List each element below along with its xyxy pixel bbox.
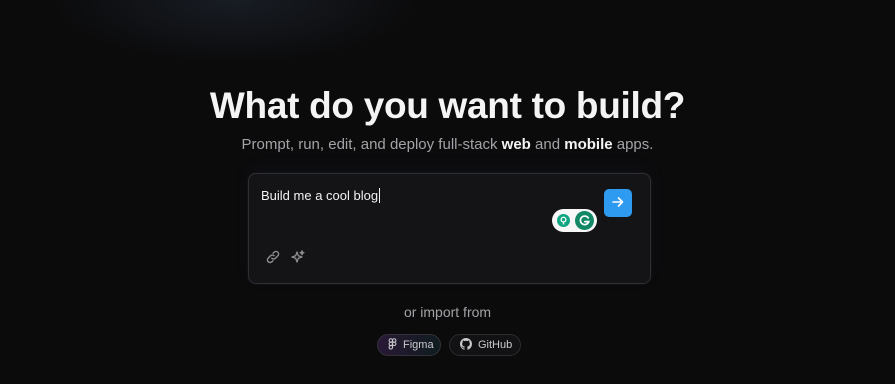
subtitle-suffix: apps. xyxy=(612,136,654,153)
subtitle-and: and xyxy=(530,136,565,153)
subtitle-prefix: Prompt, run, edit, and deploy full-stack xyxy=(241,136,502,153)
prompt-input[interactable]: Build me a cool blog xyxy=(261,188,381,203)
subtitle-web: web xyxy=(501,136,531,153)
enhance-prompt-button[interactable] xyxy=(289,249,307,270)
prompt-input-box[interactable]: Build me a cool blog xyxy=(248,173,651,284)
import-label: or import from xyxy=(403,304,492,320)
send-button[interactable] xyxy=(604,189,632,217)
grammarly-logo-icon[interactable] xyxy=(575,211,594,230)
prompt-input-value: Build me a cool blog xyxy=(261,188,379,203)
arrow-right-icon xyxy=(611,195,625,212)
import-github-button[interactable]: GitHub xyxy=(449,334,521,356)
page: What do you want to build? Prompt, run, … xyxy=(0,0,895,384)
import-figma-button[interactable]: Figma xyxy=(377,334,441,356)
page-subtitle: Prompt, run, edit, and deploy full-stack… xyxy=(0,136,895,153)
github-label: GitHub xyxy=(478,339,513,351)
grammarly-suggestion-icon[interactable] xyxy=(557,214,570,227)
link-icon xyxy=(265,249,281,270)
subtitle-mobile: mobile xyxy=(564,136,613,153)
figma-icon xyxy=(388,337,397,353)
grammarly-widget[interactable] xyxy=(552,209,597,232)
sparkles-icon xyxy=(290,249,306,270)
attach-link-button[interactable] xyxy=(264,250,282,268)
text-caret xyxy=(379,188,381,203)
page-title: What do you want to build? xyxy=(209,85,686,126)
github-icon xyxy=(460,337,472,353)
figma-label: Figma xyxy=(403,339,434,351)
